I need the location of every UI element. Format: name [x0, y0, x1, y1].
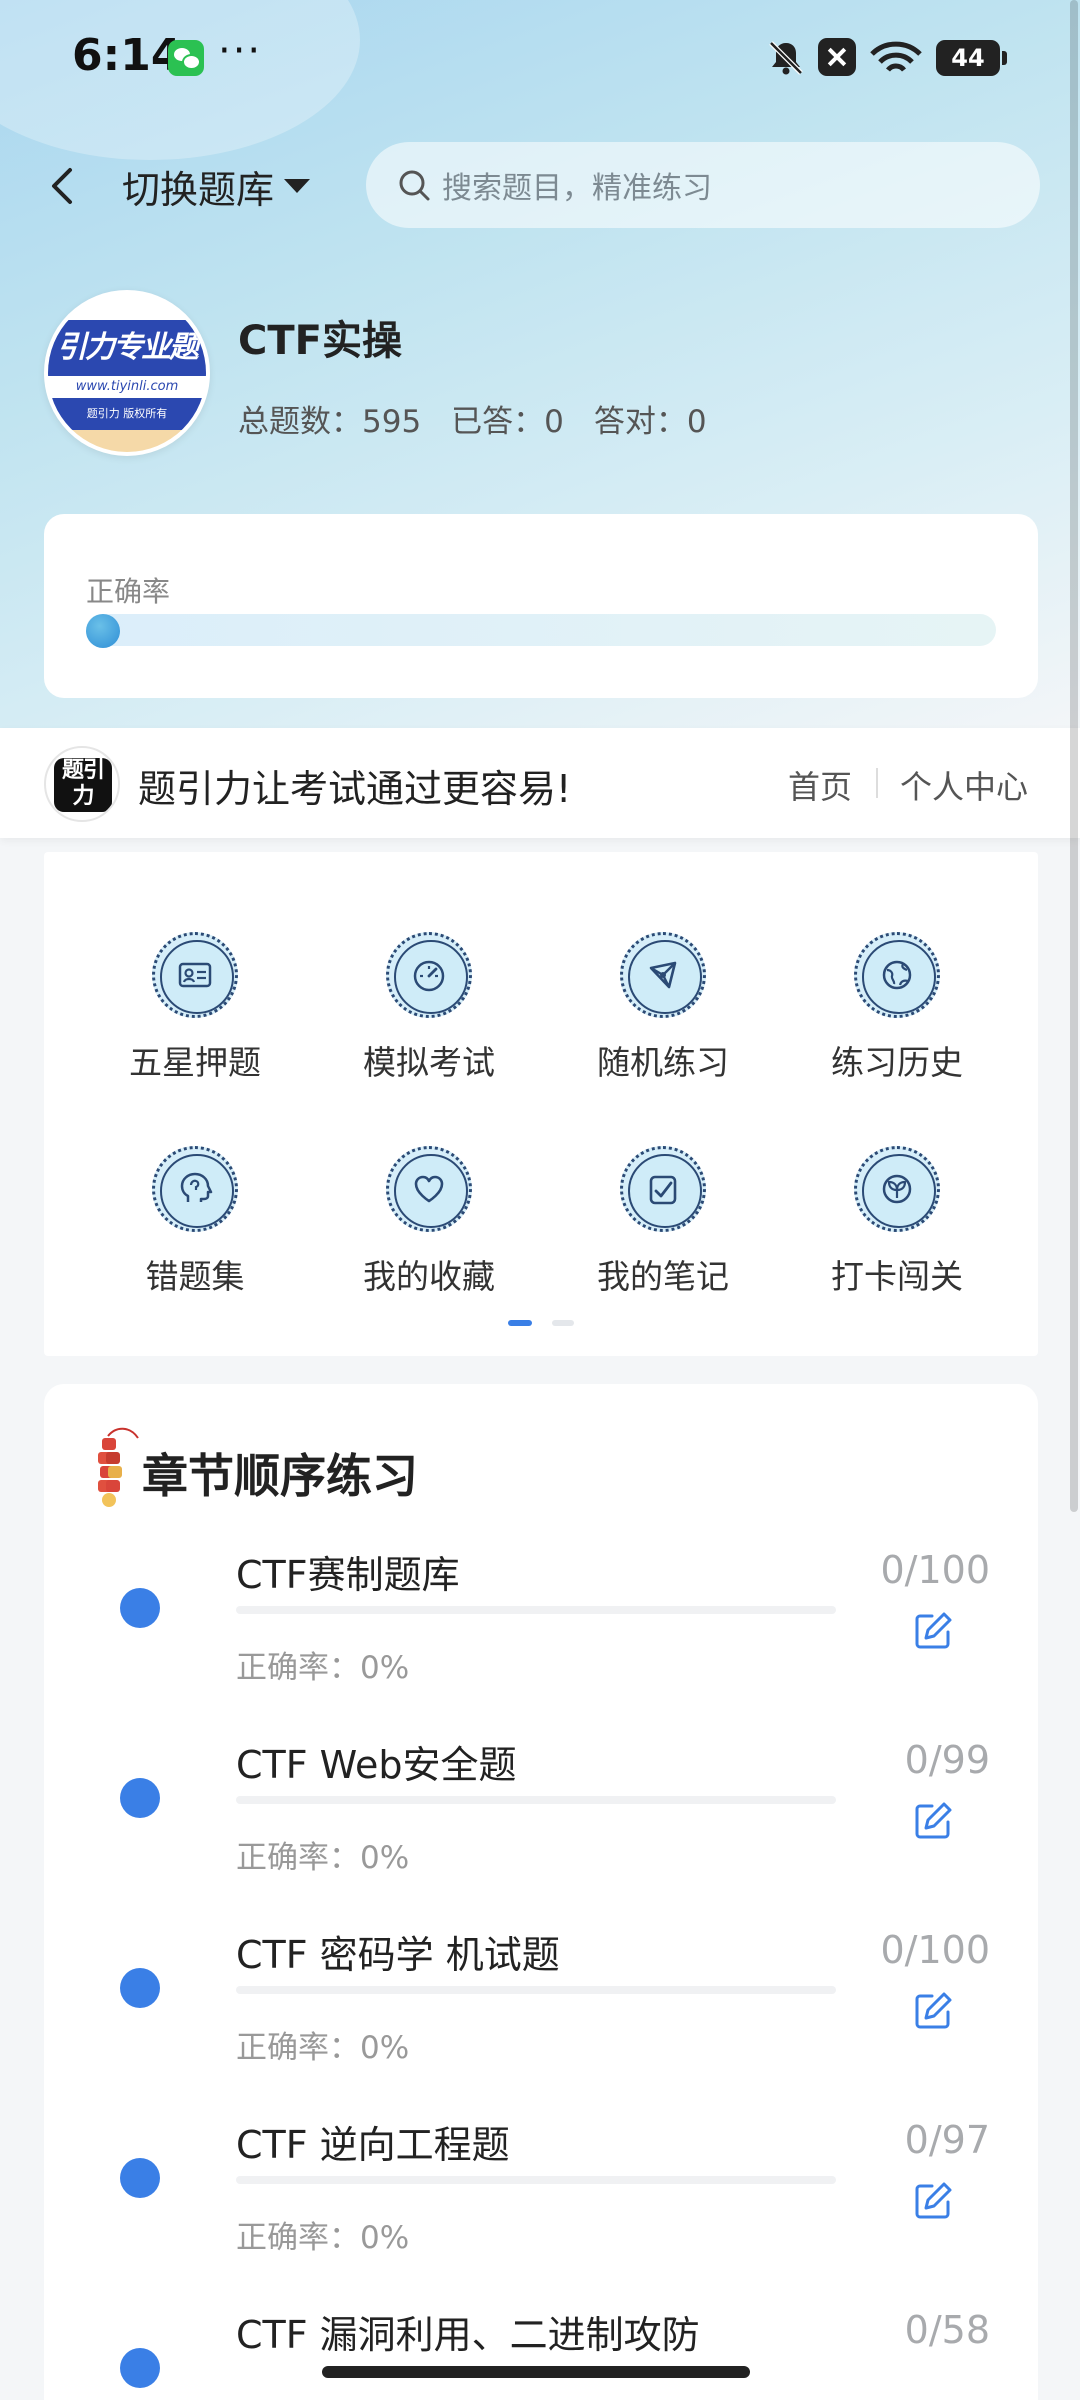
chapter-progress-track: [236, 2176, 836, 2184]
tool-label: 模拟考试: [363, 1043, 495, 1082]
edit-icon[interactable]: [912, 1800, 954, 1842]
chapter-practice-card: 章节顺序练习 CTF赛制题库 正确率：0% 0/100 CTF Web安全题 正…: [44, 1384, 1038, 2400]
bank-title: CTF实操: [238, 318, 402, 364]
chapter-count: 0/100: [880, 1548, 990, 1592]
more-notifications-icon: ···: [218, 28, 263, 74]
network-icon: [620, 932, 706, 1018]
logo-text: 引力专业题: [48, 320, 206, 376]
answered-count: 已答：0: [451, 404, 564, 440]
divider: [876, 768, 878, 798]
chapter-row[interactable]: CTF赛制题库 正确率：0% 0/100: [44, 1524, 1038, 1714]
chapter-bullet: [120, 1588, 160, 1628]
tool-checkin[interactable]: 打卡闯关: [780, 1100, 1014, 1296]
search-placeholder: 搜索题目，精准练习: [442, 171, 712, 206]
home-indicator[interactable]: [322, 2366, 750, 2378]
brand-bar: 题引力 题引力让考试通过更容易! 首页 个人中心: [0, 728, 1080, 838]
status-bar: 6:14 ··· 44: [0, 0, 1080, 118]
heart-icon: [386, 1146, 472, 1232]
bell-muted-icon: [766, 38, 806, 82]
chapter-count: 0/97: [904, 2118, 990, 2162]
battery-indicator: 44: [936, 40, 1007, 76]
chapter-name: CTF赛制题库: [236, 1553, 460, 1597]
chapter-row[interactable]: CTF 逆向工程题 正确率：0% 0/97: [44, 2094, 1038, 2284]
switch-bank-label: 切换题库: [122, 167, 275, 212]
chapter-count: 0/99: [904, 1738, 990, 1782]
brand-slogan: 题引力让考试通过更容易!: [138, 767, 572, 811]
tool-label: 五星押题: [129, 1043, 261, 1082]
chapter-bullet: [120, 1778, 160, 1818]
chapter-row[interactable]: CTF Web安全题 正确率：0% 0/99: [44, 1714, 1038, 1904]
home-link[interactable]: 首页: [788, 762, 852, 808]
tool-label: 错题集: [145, 1257, 245, 1296]
firecracker-icon: [90, 1422, 140, 1516]
tool-notes[interactable]: 我的笔记: [546, 1100, 780, 1296]
chapter-name: CTF Web安全题: [236, 1743, 517, 1787]
question-bank-logo: 引力专业题 www.tiyinli.com 题引力 版权所有: [44, 290, 210, 456]
chapter-bullet: [120, 2158, 160, 2198]
profile-link[interactable]: 个人中心: [900, 762, 1028, 808]
tool-five-star[interactable]: 五星押题: [78, 886, 312, 1082]
tool-label: 我的收藏: [363, 1257, 495, 1296]
note-check-icon: [620, 1146, 706, 1232]
head-icon: [152, 1146, 238, 1232]
chapter-row[interactable]: CTF 密码学 机试题 正确率：0% 0/100: [44, 1904, 1038, 2094]
chapter-section-title: 章节顺序练习: [142, 1449, 418, 1503]
tool-label: 我的笔记: [597, 1257, 729, 1296]
chapter-progress-track: [236, 1796, 836, 1804]
tool-practice-history[interactable]: 练习历史: [780, 886, 1014, 1082]
accuracy-progress-track: [86, 614, 996, 646]
search-icon: [399, 170, 430, 201]
gauge-icon: [386, 932, 472, 1018]
bank-stats: 总题数：595 已答：0 答对：0: [238, 396, 707, 441]
chapter-accuracy: 正确率：0%: [236, 1650, 410, 1686]
chapter-row[interactable]: CTF 漏洞利用、二进制攻防 0/58: [44, 2284, 1038, 2400]
wechat-icon: [168, 40, 204, 76]
chapter-bullet: [120, 2348, 160, 2388]
status-time: 6:14: [72, 30, 182, 81]
chapter-bullet: [120, 1968, 160, 2008]
id-card-icon: [152, 932, 238, 1018]
edit-icon[interactable]: [912, 2180, 954, 2222]
chapter-progress-track: [236, 1606, 836, 1614]
caret-down-icon: [284, 179, 311, 193]
wifi-icon: [868, 38, 924, 82]
chapter-name: CTF 漏洞利用、二进制攻防: [236, 2313, 700, 2357]
chapter-count: 0/100: [880, 1928, 990, 1972]
leaf-icon: [854, 1146, 940, 1232]
chevron-left-icon: [52, 168, 72, 204]
accuracy-label: 正确率: [86, 575, 171, 608]
logo-footer: 题引力 版权所有: [48, 398, 206, 430]
pager-dot-active[interactable]: [508, 1320, 532, 1326]
search-input[interactable]: 搜索题目，精准练习: [366, 142, 1040, 228]
tool-label: 随机练习: [597, 1043, 729, 1082]
brand-logo: 题引力: [44, 746, 120, 822]
logo-url: www.tiyinli.com: [48, 376, 206, 398]
tool-wrong-questions[interactable]: 错题集: [78, 1100, 312, 1296]
chapter-accuracy: 正确率：0%: [236, 2220, 410, 2256]
chapter-accuracy: 正确率：0%: [236, 2030, 410, 2066]
chapter-name: CTF 密码学 机试题: [236, 1933, 560, 1977]
tool-label: 练习历史: [831, 1043, 963, 1082]
tool-mock-exam[interactable]: 模拟考试: [312, 886, 546, 1082]
edit-icon[interactable]: [912, 1610, 954, 1652]
chapter-count: 0/58: [904, 2308, 990, 2352]
switch-bank-dropdown[interactable]: 切换题库: [122, 158, 311, 214]
chapter-accuracy: 正确率：0%: [236, 1840, 410, 1876]
tool-label: 打卡闯关: [831, 1257, 963, 1296]
accuracy-card: 正确率: [44, 514, 1038, 698]
globe-icon: [854, 932, 940, 1018]
tool-favorites[interactable]: 我的收藏: [312, 1100, 546, 1296]
accuracy-progress-indicator: [86, 614, 120, 648]
tool-random-practice[interactable]: 随机练习: [546, 886, 780, 1082]
chapter-name: CTF 逆向工程题: [236, 2123, 510, 2167]
sim-none-icon: [818, 38, 856, 76]
back-button[interactable]: [40, 158, 90, 214]
chapter-progress-track: [236, 1986, 836, 1994]
scrollbar[interactable]: [1070, 0, 1078, 1512]
total-count: 总题数：595: [238, 404, 422, 440]
pager-dot[interactable]: [552, 1320, 574, 1326]
tools-grid: 五星押题 模拟考试 随机练习 练习历史 错题集 我的收藏 我的笔记 打卡闯关: [44, 852, 1038, 1356]
correct-count: 答对：0: [593, 404, 707, 440]
edit-icon[interactable]: [912, 1990, 954, 2032]
